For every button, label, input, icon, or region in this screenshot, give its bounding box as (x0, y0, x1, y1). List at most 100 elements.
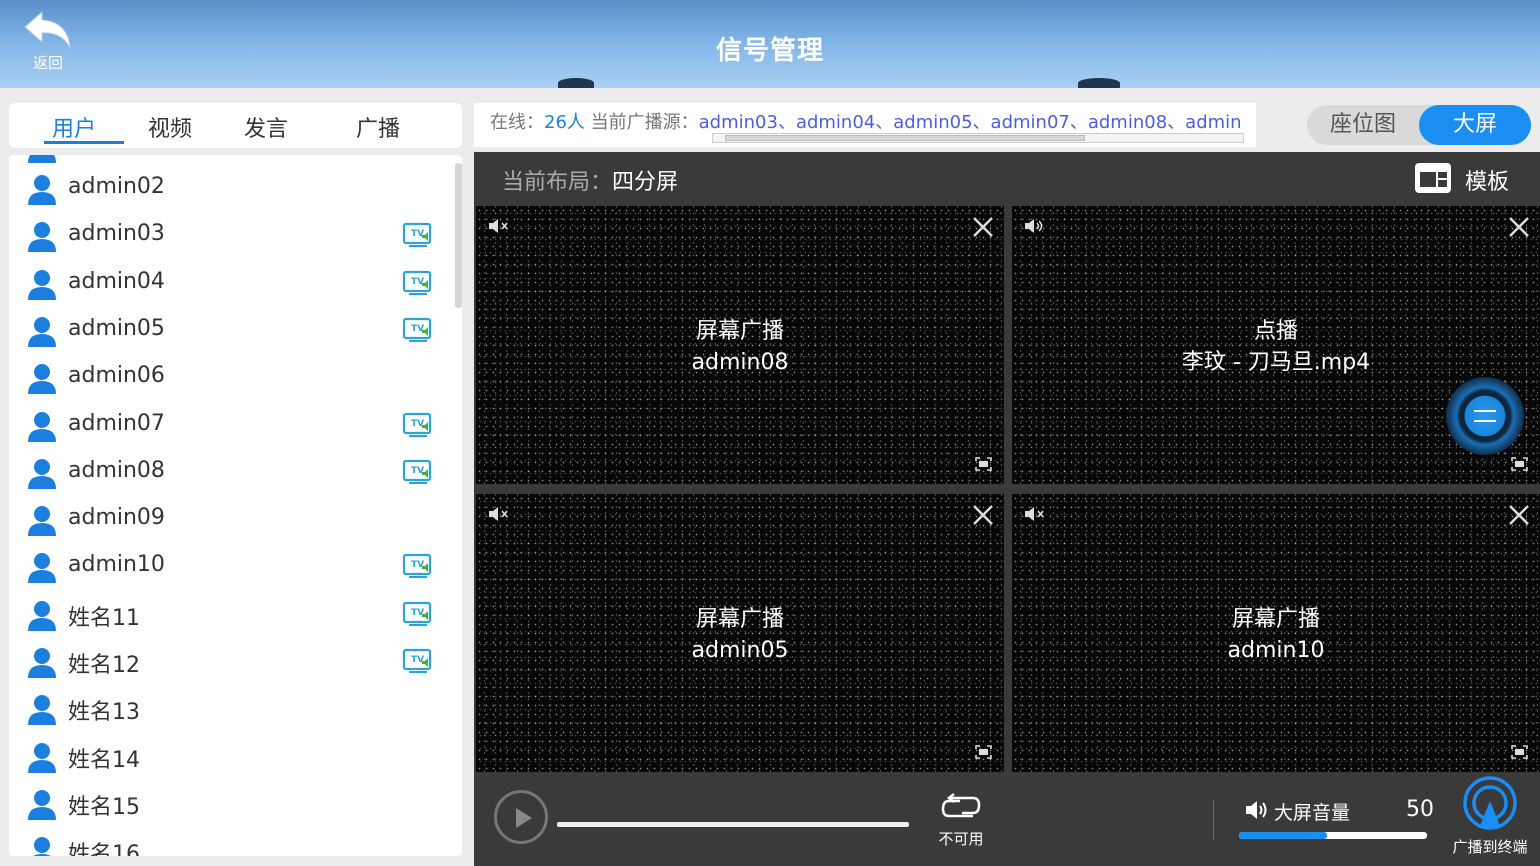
header-decor (1078, 78, 1120, 88)
broadcast-to-terminal-button[interactable]: 广播到终端 (1442, 776, 1538, 862)
tv-broadcast-icon: TV (402, 554, 432, 579)
muted-speaker-icon[interactable] (1024, 506, 1046, 522)
pane-caption: 点播李玟 - 刀马旦.mp4 (1012, 316, 1540, 378)
user-list-scrollbar[interactable] (455, 163, 462, 308)
online-count: 26人 (544, 112, 585, 133)
fullscreen-icon[interactable] (1511, 457, 1528, 471)
user-row[interactable]: admin10 TV (9, 543, 449, 590)
user-row[interactable]: 姓名14 (9, 733, 449, 780)
info-horizontal-scrollbar[interactable] (712, 133, 1244, 143)
layout-label: 当前布局： (502, 170, 613, 195)
close-icon[interactable] (972, 504, 994, 526)
close-icon[interactable] (972, 216, 994, 238)
user-name: 姓名16 (68, 842, 140, 856)
pane-source: admin05 (691, 638, 789, 663)
user-list[interactable]: admin02 admin03 TV admin04 TV admin05 TV admin0… (9, 155, 462, 856)
tv-broadcast-icon: TV (402, 601, 432, 626)
left-tab-bar: 用户 视频 发言 广播 (9, 103, 462, 148)
header-bar: 返回 信号管理 (0, 0, 1540, 88)
scrollbar-thumb[interactable] (725, 135, 1085, 141)
user-name: admin05 (68, 315, 165, 341)
user-name: 姓名11 (68, 605, 140, 631)
user-name: admin08 (68, 457, 165, 483)
user-icon (28, 269, 56, 300)
volume-value: 50 (1406, 797, 1434, 822)
speaker-icon[interactable] (1024, 218, 1046, 234)
user-row[interactable]: admin07 TV (9, 402, 449, 449)
user-row[interactable]: admin03 TV (9, 212, 449, 259)
tab-broadcast[interactable]: 广播 (356, 111, 400, 143)
tv-broadcast-icon: TV (402, 648, 432, 673)
user-row[interactable]: 姓名11 TV (9, 591, 449, 638)
video-pane[interactable]: 屏幕广播 admin10 (1012, 494, 1540, 772)
user-icon (28, 222, 56, 253)
header-decor (558, 78, 594, 88)
user-row[interactable]: admin04 TV (9, 260, 449, 307)
user-row[interactable]: admin08 TV (9, 449, 449, 496)
tab-video[interactable]: 视频 (148, 111, 192, 143)
play-button[interactable] (494, 790, 548, 844)
volume-slider[interactable] (1239, 832, 1427, 839)
playback-progress[interactable] (557, 822, 909, 827)
loop-button[interactable]: 不可用 (936, 792, 986, 848)
video-pane[interactable]: 屏幕广播 admin05 (476, 494, 1004, 772)
user-icon (28, 695, 56, 726)
seat-view-button[interactable]: 座位图 (1307, 105, 1419, 145)
pane-caption: 屏幕广播 admin05 (476, 604, 1004, 666)
close-icon[interactable] (1508, 216, 1530, 238)
menu-line (1474, 420, 1496, 422)
pane-source: admin08 (691, 350, 789, 375)
broadcast-icon (1463, 776, 1517, 830)
info-bar: 在线：26人 当前广播源：admin03、admin04、admin05、adm… (474, 103, 1256, 147)
user-row[interactable]: admin02 (9, 165, 449, 212)
tab-active-indicator (44, 141, 124, 144)
tv-broadcast-icon: TV (402, 317, 432, 342)
user-row[interactable]: admin09 (9, 496, 449, 543)
fullscreen-icon[interactable] (975, 745, 992, 759)
muted-speaker-icon[interactable] (488, 218, 510, 234)
big-screen-button[interactable]: 大屏 (1419, 105, 1531, 145)
tv-broadcast-icon: TV (402, 412, 432, 437)
tv-broadcast-icon: TV (402, 459, 432, 484)
fullscreen-icon[interactable] (1511, 745, 1528, 759)
user-row[interactable]: 姓名16 (9, 827, 449, 856)
online-label: 在线： (490, 112, 544, 133)
pane-type: 屏幕广播 (1231, 607, 1320, 632)
user-icon (28, 364, 56, 395)
source-label: 当前广播源： (584, 112, 699, 133)
layout-value: 四分屏 (612, 170, 679, 195)
screen-area: 当前布局：四分屏 模板 屏幕广播 admin08 点播 李玟 - 刀马旦.mp4 屏幕广… (474, 152, 1540, 866)
tv-broadcast-icon: TV (402, 270, 432, 295)
user-row[interactable]: 姓名13 (9, 685, 449, 732)
fullscreen-icon[interactable] (975, 457, 992, 471)
user-row[interactable]: admin06 (9, 354, 449, 401)
user-name: 姓名15 (68, 794, 140, 820)
pane-source: 李玟 - 刀马旦.mp4 (1181, 350, 1371, 375)
user-name: 姓名14 (68, 747, 140, 773)
tv-broadcast-icon: TV (402, 223, 432, 248)
user-icon (28, 789, 56, 820)
floating-menu-button[interactable] (1446, 377, 1524, 455)
user-name: admin04 (68, 268, 165, 294)
control-divider (1213, 800, 1214, 840)
user-name: admin07 (68, 410, 165, 436)
user-row[interactable]: 姓名12 TV (9, 638, 449, 685)
user-name: admin09 (68, 505, 165, 531)
user-name: admin10 (68, 552, 165, 578)
pane-type: 点播 (1253, 319, 1298, 344)
user-icon (28, 553, 56, 584)
user-icon (28, 411, 56, 442)
tab-users[interactable]: 用户 (52, 111, 96, 143)
video-pane[interactable]: 屏幕广播 admin08 (476, 206, 1004, 484)
user-row[interactable]: 姓名15 (9, 780, 449, 827)
user-row[interactable]: admin05 TV (9, 307, 449, 354)
template-label: 模板 (1465, 170, 1510, 195)
view-toggle: 座位图 大屏 (1307, 105, 1531, 145)
play-icon (516, 808, 532, 828)
template-icon (1415, 163, 1451, 193)
user-icon (28, 506, 56, 537)
tab-speak[interactable]: 发言 (244, 111, 288, 143)
user-name: admin03 (68, 221, 165, 247)
close-icon[interactable] (1508, 504, 1530, 526)
muted-speaker-icon[interactable] (488, 506, 510, 522)
